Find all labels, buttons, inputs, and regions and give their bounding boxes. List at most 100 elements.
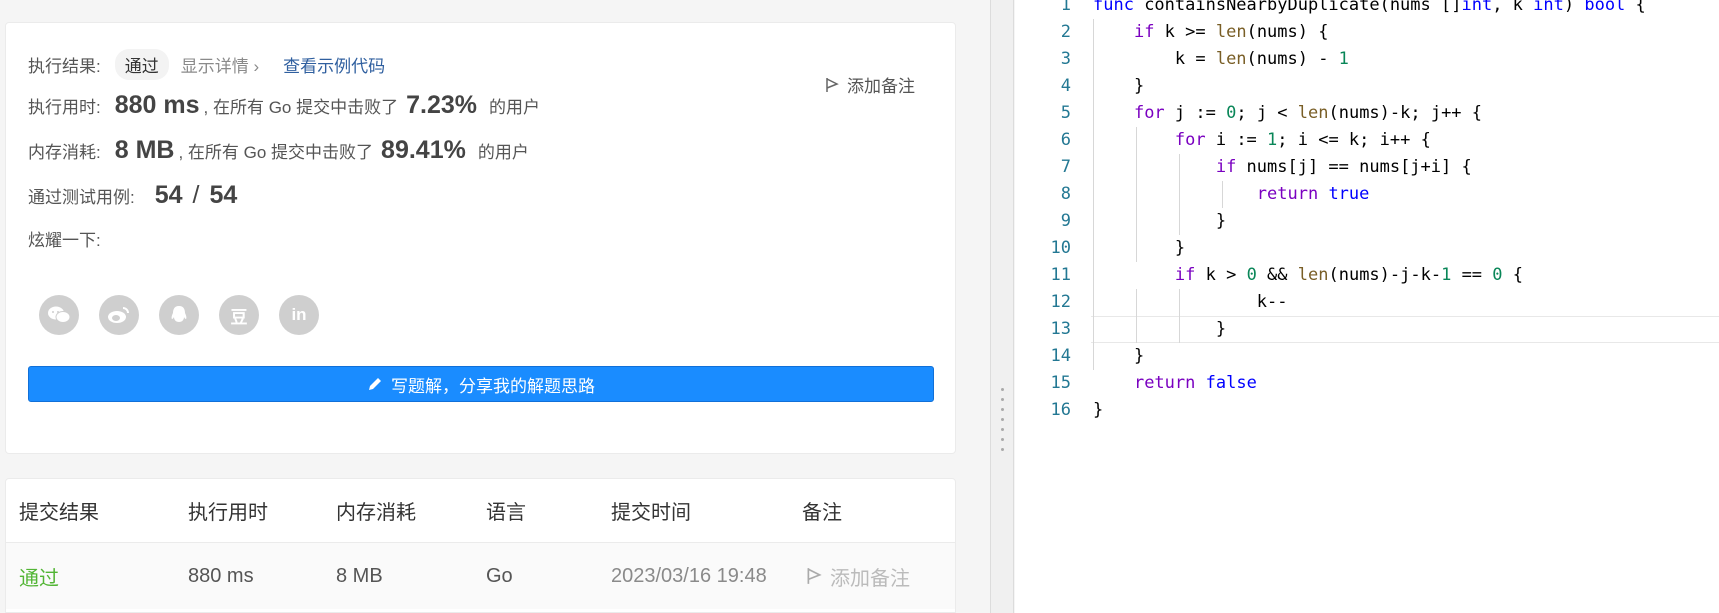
indent-guide — [1179, 289, 1180, 343]
line-number: 7 — [1060, 157, 1071, 177]
app-root: 执行结果: 通过 显示详情 › 查看示例代码 添加备注 执行用时: 880 ms… — [0, 0, 1719, 613]
indent-guide — [1222, 181, 1223, 208]
code-line[interactable]: if k > 0 && len(nums)-j-k-1 == 0 { — [1093, 262, 1523, 289]
write-solution-label: 写题解，分享我的解题思路 — [391, 376, 595, 396]
submissions-table: 提交结果 执行用时 内存消耗 语言 提交时间 备注 通过 880 ms 8 MB… — [5, 478, 956, 613]
share-label: 炫耀一下: — [28, 231, 101, 250]
runtime-row: 执行用时: 880 ms , 在所有 Go 提交中击败了 7.23% 的用户 — [28, 91, 540, 120]
code-line[interactable]: return false — [1093, 370, 1257, 397]
splitter-handle-dot — [1001, 408, 1004, 411]
line-number: 10 — [1050, 238, 1071, 258]
memory-label: 内存消耗: — [28, 143, 101, 162]
indent-guide — [1136, 127, 1137, 262]
wechat-icon[interactable] — [39, 295, 79, 335]
row-memory: 8 MB — [336, 564, 383, 587]
show-details-link[interactable]: 显示详情 › — [181, 52, 259, 77]
runtime-label: 执行用时: — [28, 98, 101, 117]
code-line[interactable]: for j := 0; j < len(nums)-k; j++ { — [1093, 100, 1482, 127]
add-note-button[interactable]: 添加备注 — [825, 72, 915, 97]
line-number: 12 — [1050, 292, 1071, 312]
status-badge: 通过 — [114, 49, 169, 80]
splitter-handle-dot — [1001, 398, 1004, 401]
indent-guide — [1093, 19, 1094, 370]
line-number: 5 — [1060, 103, 1071, 123]
line-number: 8 — [1060, 184, 1071, 204]
tests-separator: / — [192, 181, 200, 209]
row-language: Go — [486, 564, 513, 587]
memory-users-suffix: 的用户 — [477, 143, 529, 162]
left-panel: 执行结果: 通过 显示详情 › 查看示例代码 添加备注 执行用时: 880 ms… — [0, 0, 990, 613]
memory-value: 8 MB — [114, 136, 175, 164]
panel-splitter[interactable] — [990, 0, 1014, 613]
tests-passed: 54 — [154, 181, 183, 209]
code-line[interactable]: k = len(nums) - 1 — [1093, 46, 1349, 73]
code-line[interactable]: if nums[j] == nums[j+i] { — [1093, 154, 1472, 181]
splitter-handle-dot — [1001, 438, 1004, 441]
header-time: 提交时间 — [611, 502, 691, 524]
tests-row: 通过测试用例: 54 / 54 — [28, 181, 241, 210]
splitter-handle-dot — [1001, 448, 1004, 451]
line-number: 16 — [1050, 400, 1071, 420]
memory-text: , 在所有 Go 提交中击败了 — [178, 143, 374, 162]
code-line[interactable]: } — [1093, 397, 1103, 424]
result-card: 执行结果: 通过 显示详情 › 查看示例代码 添加备注 执行用时: 880 ms… — [5, 22, 956, 454]
code-line[interactable]: func containsNearbyDuplicate(nums []int,… — [1093, 0, 1646, 19]
row-result[interactable]: 通过 — [19, 562, 59, 591]
douban-icon[interactable]: 豆 — [219, 295, 259, 335]
header-memory: 内存消耗 — [336, 502, 416, 524]
tests-label: 通过测试用例: — [28, 188, 135, 207]
status-label: 执行结果: — [28, 57, 101, 76]
runtime-value: 880 ms — [114, 91, 200, 119]
code-line[interactable]: } — [1093, 316, 1226, 343]
row-add-note-button[interactable]: 添加备注 — [806, 562, 910, 591]
flag-icon — [826, 77, 839, 92]
table-header: 提交结果 执行用时 内存消耗 语言 提交时间 备注 — [6, 479, 955, 543]
add-note-label: 添加备注 — [847, 77, 915, 96]
code-editor[interactable]: 1 2 3 4 5 6 7 8 9 10 11 12 13 14 15 16 func containsNea… — [1015, 0, 1719, 613]
row-runtime: 880 ms — [188, 564, 254, 587]
header-runtime: 执行用时 — [188, 502, 268, 524]
code-line[interactable]: k-- — [1093, 289, 1288, 316]
line-number: 9 — [1060, 211, 1071, 231]
code-line[interactable]: if k >= len(nums) { — [1093, 19, 1329, 46]
code-line[interactable]: } — [1093, 208, 1226, 235]
line-number: 4 — [1060, 76, 1071, 96]
table-row[interactable]: 通过 880 ms 8 MB Go 2023/03/16 19:48 添加备注 — [6, 543, 955, 609]
qq-icon[interactable] — [159, 295, 199, 335]
linkedin-icon[interactable]: in — [279, 295, 319, 335]
code-line[interactable]: } — [1093, 235, 1185, 262]
flag-icon — [807, 568, 822, 584]
line-number: 3 — [1060, 49, 1071, 69]
code-line[interactable]: } — [1093, 343, 1144, 370]
share-icons: 豆 in — [39, 295, 319, 335]
show-details-label: 显示详情 — [180, 57, 249, 76]
code-line[interactable]: return true — [1093, 181, 1370, 208]
line-number: 13 — [1050, 319, 1071, 339]
row-note-label: 添加备注 — [830, 567, 910, 590]
runtime-text: , 在所有 Go 提交中击败了 — [203, 98, 399, 117]
line-number: 11 — [1050, 265, 1071, 285]
code-line[interactable]: for i := 1; i <= k; i++ { — [1093, 127, 1431, 154]
runtime-percentile: 7.23% — [406, 91, 477, 119]
line-number: 6 — [1060, 130, 1071, 150]
header-language: 语言 — [486, 502, 526, 524]
write-solution-button[interactable]: 写题解，分享我的解题思路 — [28, 366, 934, 402]
tests-total: 54 — [209, 181, 238, 209]
splitter-handle-dot — [1001, 428, 1004, 431]
weibo-icon[interactable] — [99, 295, 139, 335]
line-number: 15 — [1050, 373, 1071, 393]
line-number: 14 — [1050, 346, 1071, 366]
pencil-icon — [369, 378, 381, 390]
indent-guide — [1179, 154, 1180, 235]
memory-percentile: 89.41% — [381, 136, 466, 164]
memory-row: 内存消耗: 8 MB , 在所有 Go 提交中击败了 89.41% 的用户 — [28, 136, 529, 165]
share-row: 炫耀一下: — [28, 226, 101, 251]
header-result: 提交结果 — [19, 502, 99, 524]
line-number: 2 — [1060, 22, 1071, 42]
view-sample-code-link[interactable]: 查看示例代码 — [283, 52, 385, 77]
row-time: 2023/03/16 19:48 — [611, 564, 767, 587]
chevron-right-icon: › — [253, 57, 260, 76]
code-line[interactable]: } — [1093, 73, 1144, 100]
runtime-users-suffix: 的用户 — [489, 98, 540, 117]
header-note: 备注 — [802, 502, 842, 524]
